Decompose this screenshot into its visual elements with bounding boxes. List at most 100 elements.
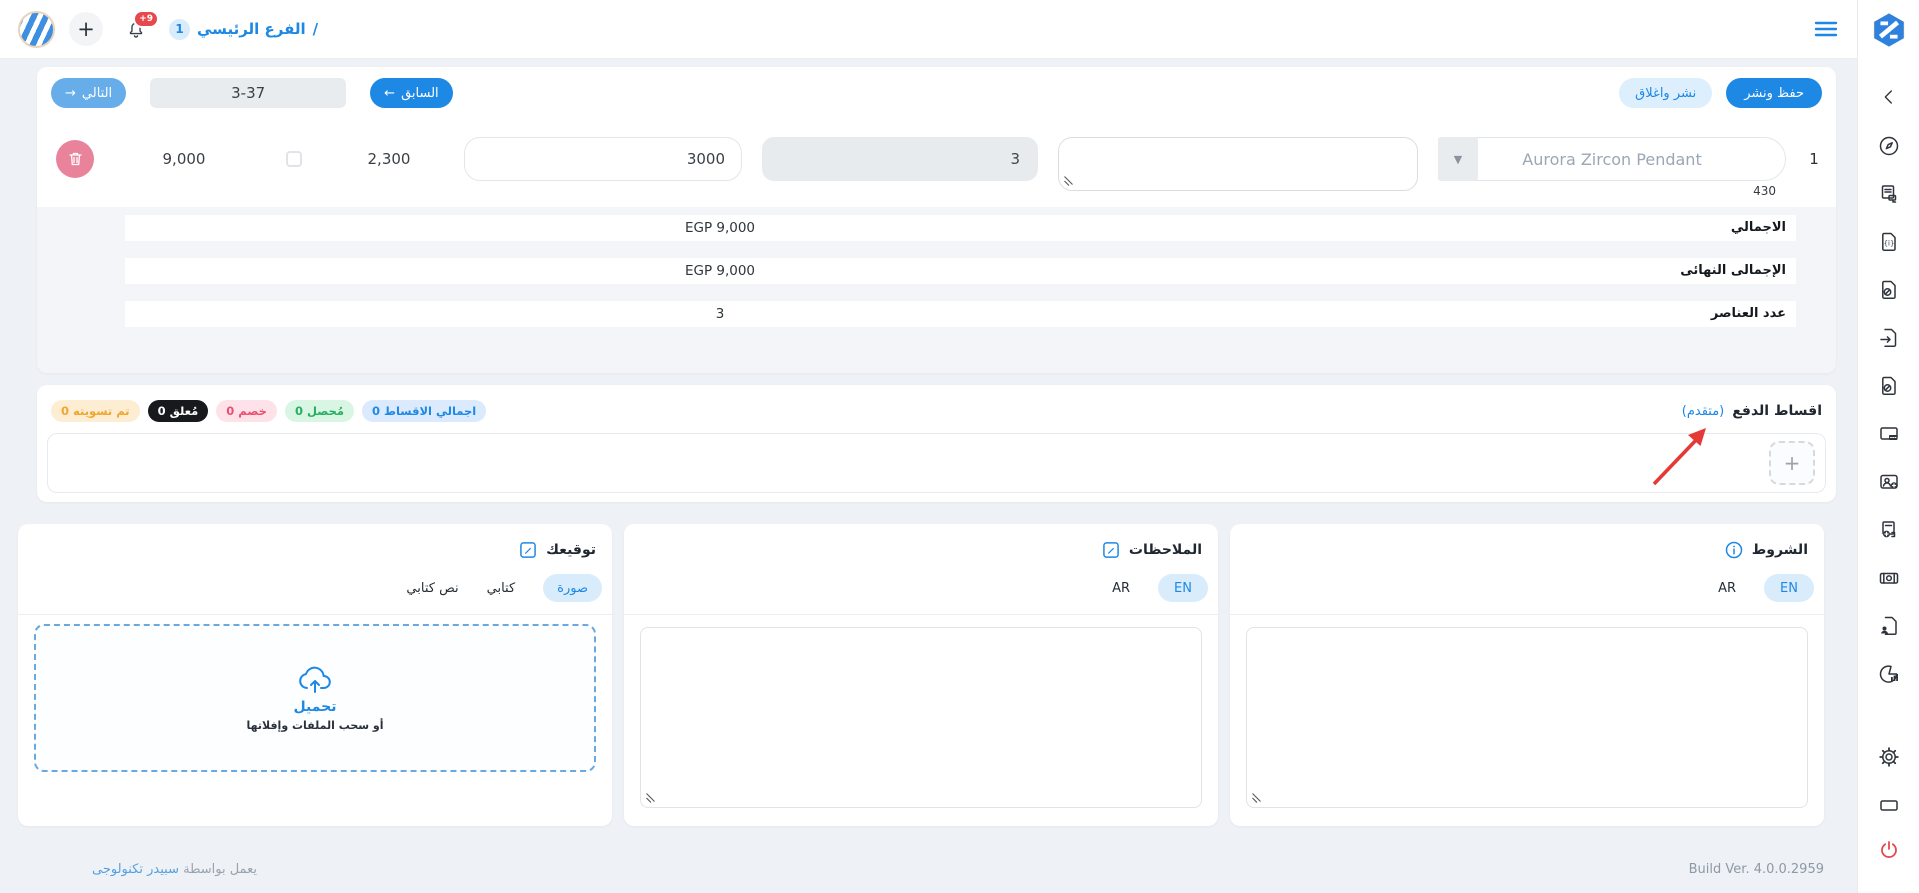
terms-panel: الشروط EN AR (1230, 524, 1824, 826)
sidebar-item-print-receipt[interactable] (1877, 182, 1901, 206)
next-button[interactable]: → التالي (51, 78, 126, 108)
top-bar: + +9 1 الفرع الرئيسي / (0, 0, 1857, 59)
prev-label: السابق (401, 86, 439, 101)
print-receipt-icon (1877, 182, 1901, 206)
brand-logo (18, 11, 55, 48)
signature-title: توقيعك (546, 542, 596, 558)
notes-panel: الملاحظات EN AR (624, 524, 1218, 826)
total-row: عدد العناصر 3 (125, 301, 1796, 327)
total-row: الاجمالي EGP 9,000 (125, 215, 1796, 241)
back-chevron-icon (1878, 86, 1900, 108)
signature-upload-dropzone[interactable]: تحميل أو سحب الملفات وإفلاتها (34, 624, 596, 772)
right-sidebar: {i} (1857, 0, 1919, 893)
trash-icon (68, 151, 83, 167)
row-index: 1 (1806, 137, 1822, 181)
sidebar-item-compass[interactable] (1877, 134, 1901, 158)
tab-image[interactable]: صورة (543, 574, 602, 602)
sidebar-item-file-user[interactable] (1877, 614, 1901, 638)
advanced-link[interactable]: (متقدم) (1682, 404, 1724, 419)
compass-icon (1877, 134, 1901, 158)
company-link[interactable]: سبيدر تكنولوجى (92, 862, 179, 877)
file-cancel-icon (1877, 278, 1901, 302)
sidebar-collapse-button[interactable] (1878, 86, 1900, 108)
save-publish-button[interactable]: حفظ ونشر (1726, 78, 1822, 108)
sidebar-item-file-add[interactable] (1877, 518, 1901, 542)
total-label: الإجمالى النهائى (1680, 258, 1786, 284)
tab-written-text[interactable]: نص كتابي (406, 581, 458, 596)
document-number-field[interactable]: 3-37 (150, 78, 346, 108)
sidebar-item-pie-report[interactable] (1877, 662, 1901, 686)
badge-collected: مُحصل 0 (285, 400, 354, 422)
previous-button[interactable]: ← السابق (370, 78, 453, 108)
notification-badge: +9 (133, 10, 159, 28)
tab-written[interactable]: كتابي (487, 581, 516, 596)
sidebar-item-logout[interactable] (1877, 838, 1901, 862)
sidebar-item-cash-drawer[interactable] (1877, 793, 1901, 817)
edit-icon (1101, 540, 1121, 560)
chevron-down-icon: ▼ (1454, 153, 1462, 166)
price-input[interactable] (464, 137, 742, 181)
breadcrumb[interactable]: 1 الفرع الرئيسي / (169, 19, 318, 40)
line-description-textarea[interactable] (1058, 137, 1418, 191)
tab-ar[interactable]: AR (1112, 581, 1130, 596)
hamburger-icon (1813, 19, 1839, 39)
sidebar-item-settings[interactable] (1877, 745, 1901, 769)
total-label: الاجمالي (1731, 215, 1786, 241)
sidebar-item-cash[interactable] (1877, 566, 1901, 590)
breadcrumb-separator: / (313, 20, 318, 38)
terms-textarea[interactable] (1246, 627, 1808, 808)
tab-en[interactable]: EN (1764, 574, 1814, 602)
installments-empty-area: + (47, 433, 1826, 493)
product-name-input[interactable] (1438, 137, 1786, 181)
resize-handle-icon[interactable] (1251, 792, 1262, 803)
product-select[interactable]: ▼ 430 (1438, 137, 1786, 198)
power-icon (1877, 838, 1901, 862)
invoice-line-row: 1 ▼ 430 3 2,300 9,000 (51, 137, 1822, 209)
product-dropdown-button[interactable]: ▼ (1438, 137, 1478, 181)
notes-textarea[interactable] (640, 627, 1202, 808)
badge-discount: خصم 0 (216, 400, 277, 422)
line-checkbox[interactable] (286, 151, 302, 167)
breadcrumb-title: الفرع الرئيسي (197, 20, 306, 38)
notes-title: الملاحظات (1129, 542, 1202, 558)
customer-display-icon (1877, 470, 1901, 494)
sidebar-item-pos-display[interactable] (1877, 422, 1901, 446)
installments-title: اقساط الدفع (1732, 403, 1822, 419)
build-version: Build Ver. 4.0.0.2959 (1689, 862, 1824, 877)
pie-chart-icon (1877, 662, 1901, 686)
file-send-icon (1877, 326, 1901, 350)
tab-en[interactable]: EN (1158, 574, 1208, 602)
add-installment-button[interactable]: + (1769, 441, 1815, 485)
sidebar-item-file-void[interactable] (1877, 374, 1901, 398)
edit-icon (518, 540, 538, 560)
installments-badges: اجمالي الاقساط 0 مُحصل 0 خصم 0 مُعلق 0 ت… (51, 400, 486, 422)
sidebar-item-customer-display[interactable] (1877, 470, 1901, 494)
quantity-field[interactable]: 3 (762, 137, 1038, 181)
badge-total-installments: اجمالي الاقساط 0 (362, 400, 486, 422)
menu-button[interactable] (1813, 19, 1839, 39)
powered-by-text: يعمل بواسطة (183, 862, 257, 877)
delete-line-button[interactable] (56, 140, 94, 178)
sidebar-item-file-cancel[interactable] (1877, 278, 1901, 302)
sidebar-item-file-send[interactable] (1877, 326, 1901, 350)
svg-text:{i}: {i} (1883, 240, 1894, 248)
notifications-button[interactable]: +9 (125, 18, 147, 40)
publish-close-button[interactable]: نشر واغلاق (1619, 78, 1712, 108)
file-info-icon: {i} (1877, 230, 1901, 254)
quick-add-button[interactable]: + (69, 12, 103, 46)
next-label: التالي (82, 86, 112, 101)
badge-pending: مُعلق 0 (148, 400, 209, 422)
cloud-upload-icon (297, 665, 333, 695)
tab-ar[interactable]: AR (1718, 581, 1736, 596)
total-label: عدد العناصر (1711, 301, 1786, 327)
sidebar-item-file-info[interactable]: {i} (1877, 230, 1901, 254)
cost-value: 2,300 (334, 137, 444, 181)
plus-icon: + (77, 17, 95, 41)
upload-hint: أو سحب الملفات وإفلاتها (246, 719, 383, 732)
resize-handle-icon[interactable] (645, 792, 656, 803)
resize-handle-icon[interactable] (1063, 175, 1074, 186)
cash-icon (1877, 566, 1901, 590)
file-void-icon (1877, 374, 1901, 398)
file-add-icon (1877, 518, 1901, 542)
terms-title: الشروط (1752, 542, 1808, 558)
